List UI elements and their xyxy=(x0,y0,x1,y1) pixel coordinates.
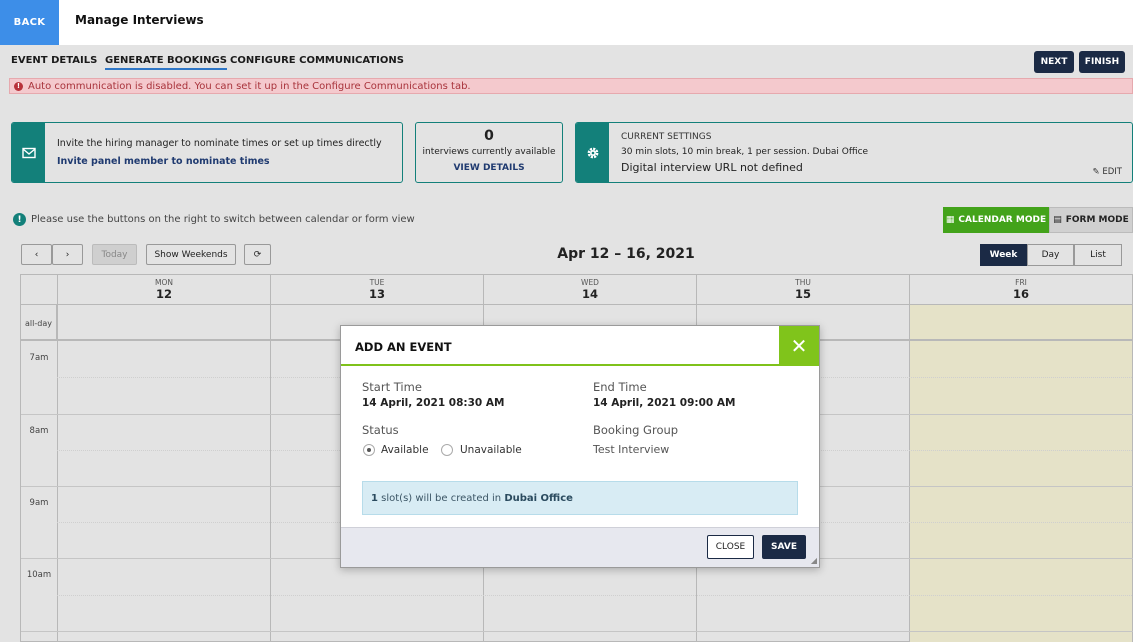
booking-group-label: Booking Group xyxy=(593,423,679,437)
tab-configure-communications[interactable]: CONFIGURE COMMUNICATIONS xyxy=(230,55,404,68)
day-of-week: WED xyxy=(581,278,599,287)
time-gutter-header xyxy=(21,275,58,305)
start-time-value: 14 April, 2021 08:30 AM xyxy=(362,397,505,409)
hint-text: Please use the buttons on the right to s… xyxy=(31,214,415,225)
view-hint: ! Please use the buttons on the right to… xyxy=(13,213,415,226)
day-column-mon[interactable] xyxy=(58,305,271,642)
page-title: Manage Interviews xyxy=(75,13,204,27)
booking-group-value: Test Interview xyxy=(593,443,670,456)
status-unavailable-label[interactable]: Unavailable xyxy=(460,444,522,456)
dialog-header: ADD AN EVENT ✕ xyxy=(341,326,819,366)
settings-summary: 30 min slots, 10 min break, 1 per sessio… xyxy=(621,147,869,157)
prev-week-button[interactable]: ‹ xyxy=(21,244,52,265)
dialog-title: ADD AN EVENT xyxy=(355,340,452,354)
resize-grip-icon[interactable]: ◢ xyxy=(811,556,817,565)
finish-button[interactable]: FINISH xyxy=(1079,51,1125,73)
card-side-strip xyxy=(576,123,609,182)
view-day-button[interactable]: Day xyxy=(1027,244,1074,266)
interviews-card: 0 interviews currently available VIEW DE… xyxy=(415,122,563,183)
calendar-icon: ▦ xyxy=(945,215,955,225)
day-column-fri[interactable] xyxy=(910,305,1132,642)
day-header-mon: MON 12 xyxy=(58,275,271,305)
close-icon[interactable]: ✕ xyxy=(779,326,819,366)
settings-heading: CURRENT SETTINGS xyxy=(621,132,712,142)
form-icon: ▤ xyxy=(1053,215,1062,225)
time-label-8am: 8am xyxy=(29,426,49,436)
tab-bar: EVENT DETAILS GENERATE BOOKINGS CONFIGUR… xyxy=(0,45,1133,78)
form-mode-button[interactable]: ▤ FORM MODE xyxy=(1049,207,1133,233)
tab-event-details[interactable]: EVENT DETAILS xyxy=(11,55,97,68)
day-header-tue: TUE 13 xyxy=(271,275,484,305)
invite-panel-link[interactable]: Invite panel member to nominate times xyxy=(57,156,270,167)
info-icon: ! xyxy=(13,213,26,226)
day-header-wed: WED 14 xyxy=(484,275,697,305)
time-label-9am: 9am xyxy=(29,498,49,508)
alert-icon: ! xyxy=(14,81,23,91)
show-weekends-button[interactable]: Show Weekends xyxy=(146,244,236,265)
tab-generate-bookings[interactable]: GENERATE BOOKINGS xyxy=(105,55,227,70)
gear-icon xyxy=(587,147,598,158)
view-list-button[interactable]: List xyxy=(1074,244,1122,266)
status-available-label[interactable]: Available xyxy=(381,444,429,456)
calendar-mode-label: CALENDAR MODE xyxy=(958,215,1047,225)
day-header-thu: THU 15 xyxy=(697,275,910,305)
slot-info-box: 1 slot(s) will be created in Dubai Offic… xyxy=(362,481,798,515)
slot-count: 1 xyxy=(371,492,378,504)
edit-settings-button[interactable]: ✎ EDIT xyxy=(1093,167,1122,177)
time-label-10am: 10am xyxy=(26,570,52,580)
view-details-link[interactable]: VIEW DETAILS xyxy=(416,163,562,173)
refresh-icon: ⟳ xyxy=(253,249,262,260)
day-number: 12 xyxy=(155,287,172,301)
day-number: 14 xyxy=(581,287,598,301)
start-time-label: Start Time xyxy=(362,380,422,394)
day-number: 16 xyxy=(1012,287,1029,301)
dialog-footer: CLOSE SAVE ◢ xyxy=(341,527,819,567)
interviews-count: 0 xyxy=(484,128,494,144)
back-button[interactable]: BACK xyxy=(0,0,59,45)
day-number: 15 xyxy=(794,287,811,301)
card-side-strip xyxy=(12,123,45,182)
top-bar: BACK Manage Interviews xyxy=(0,0,1133,45)
edit-label: EDIT xyxy=(1102,167,1122,177)
settings-url-status: Digital interview URL not defined xyxy=(621,161,803,174)
day-of-week: MON xyxy=(155,278,173,287)
invite-text: Invite the hiring manager to nominate ti… xyxy=(57,138,382,149)
slot-location: Dubai Office xyxy=(504,492,573,504)
mail-icon xyxy=(21,147,36,158)
end-time-value: 14 April, 2021 09:00 AM xyxy=(593,397,736,409)
close-button[interactable]: CLOSE xyxy=(707,535,754,559)
next-button[interactable]: NEXT xyxy=(1034,51,1074,73)
day-of-week: THU xyxy=(795,278,811,287)
status-unavailable-radio[interactable] xyxy=(441,444,453,456)
status-available-radio[interactable] xyxy=(363,444,375,456)
form-mode-label: FORM MODE xyxy=(1065,215,1129,225)
day-number: 13 xyxy=(368,287,385,301)
calendar-mode-button[interactable]: ▦ CALENDAR MODE xyxy=(943,207,1049,233)
view-week-button[interactable]: Week xyxy=(980,244,1027,266)
day-header-fri: FRI 16 xyxy=(910,275,1132,305)
date-range-title: Apr 12 – 16, 2021 xyxy=(557,246,695,262)
time-label-7am: 7am xyxy=(29,353,49,363)
settings-card: CURRENT SETTINGS 30 min slots, 10 min br… xyxy=(575,122,1133,183)
alert-text: Auto communication is disabled. You can … xyxy=(28,80,471,92)
half-hour-line xyxy=(57,595,1133,596)
interviews-text: interviews currently available xyxy=(422,147,556,157)
day-of-week: TUE xyxy=(369,278,385,287)
add-event-dialog: ADD AN EVENT ✕ Start Time 14 April, 2021… xyxy=(340,325,820,568)
save-button[interactable]: SAVE xyxy=(762,535,806,559)
end-time-label: End Time xyxy=(593,380,647,394)
pencil-icon: ✎ xyxy=(1092,167,1100,177)
communication-alert: ! Auto communication is disabled. You ca… xyxy=(9,78,1133,94)
slot-info-text: slot(s) will be created in xyxy=(377,492,505,504)
day-of-week: FRI xyxy=(1015,278,1027,287)
hour-line xyxy=(21,631,1133,632)
refresh-button[interactable]: ⟳ xyxy=(244,244,271,265)
invite-card: Invite the hiring manager to nominate ti… xyxy=(11,122,403,183)
today-button[interactable]: Today xyxy=(92,244,137,265)
all-day-label: all-day xyxy=(21,305,57,341)
next-week-button[interactable]: › xyxy=(52,244,83,265)
status-label: Status xyxy=(362,423,399,437)
